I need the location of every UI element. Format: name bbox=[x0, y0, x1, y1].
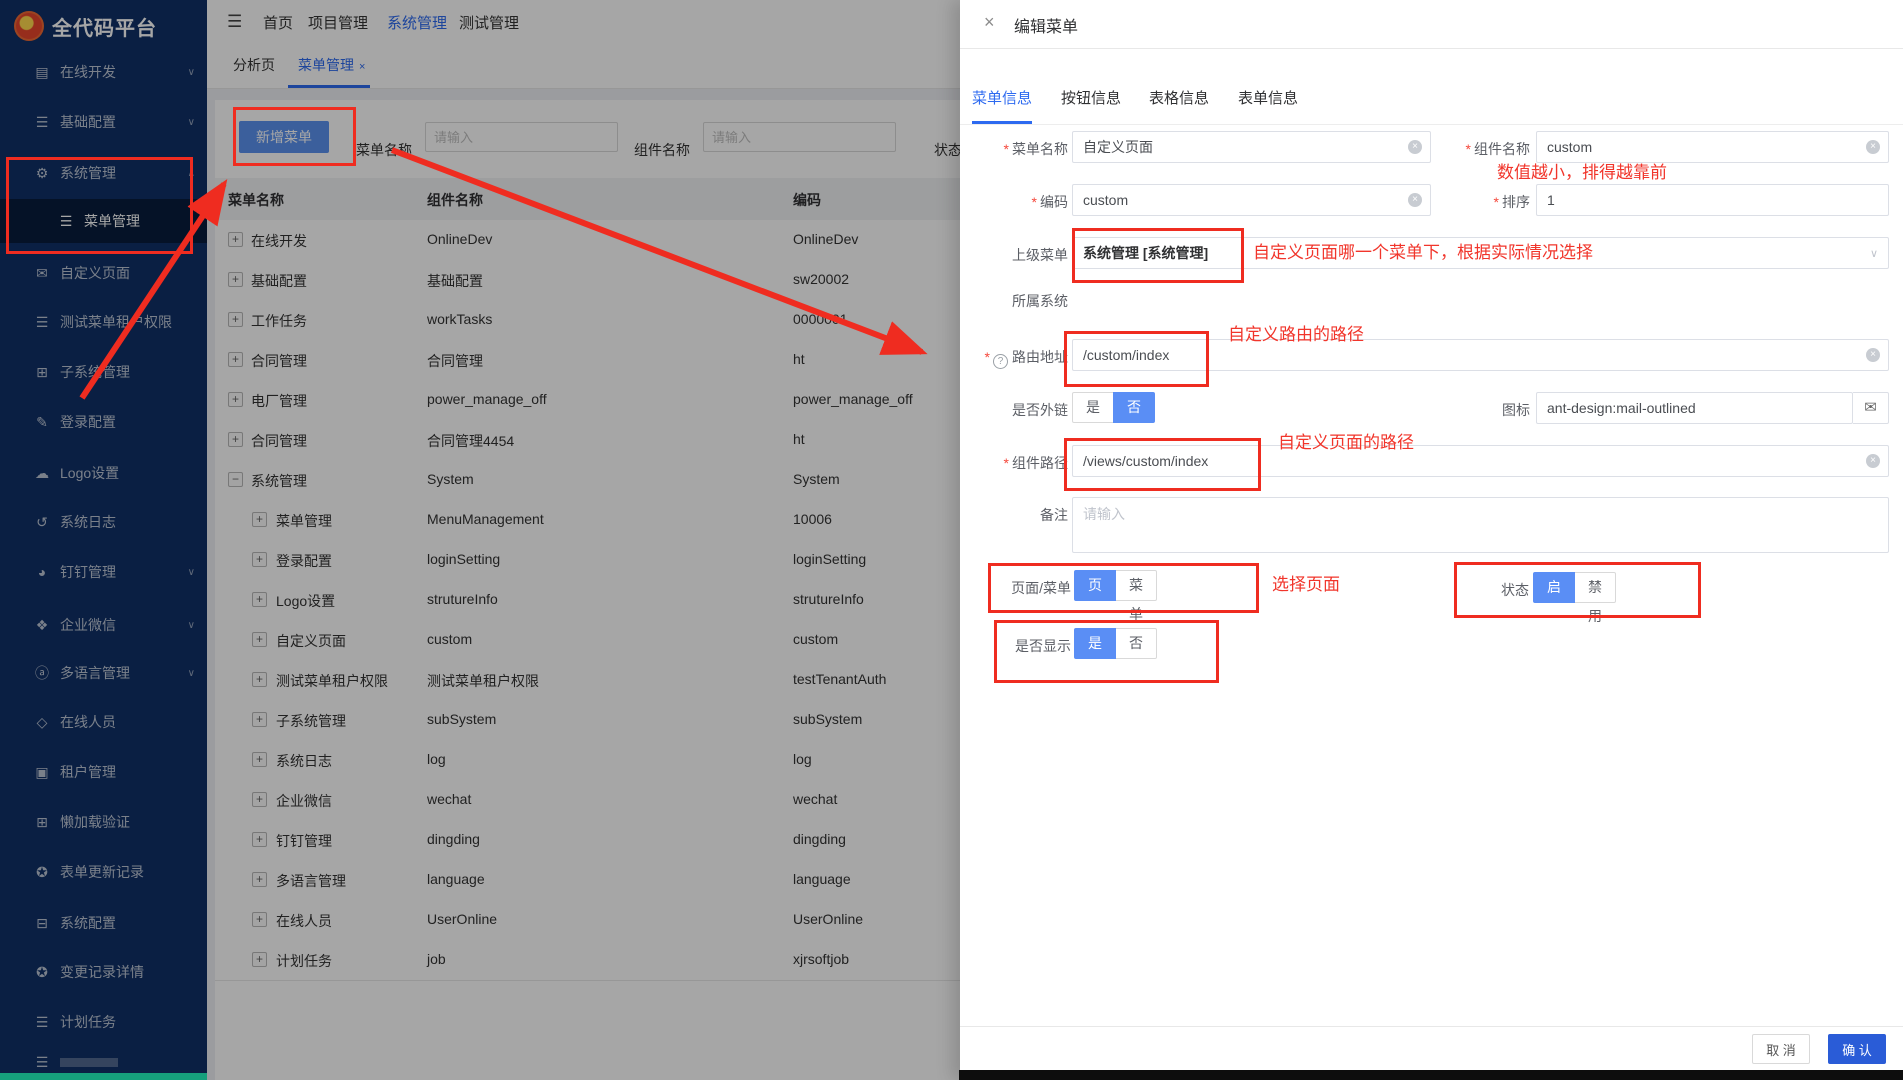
route-address-label: *?路由地址 bbox=[900, 347, 1068, 369]
status-toggle-option-启用[interactable]: 启用 bbox=[1533, 572, 1575, 603]
active-drawer-tab-underline bbox=[972, 121, 1032, 124]
parent-menu-select[interactable]: 系统管理 [系统管理] ∨ bbox=[1072, 237, 1889, 269]
page-menu-label: 页面/菜单 bbox=[900, 578, 1071, 598]
required-star: * bbox=[1466, 141, 1471, 157]
remark-label: 备注 bbox=[900, 505, 1068, 525]
parent-menu-label: 上级菜单 bbox=[900, 245, 1068, 265]
external-link-toggle-option-否[interactable]: 否 bbox=[1113, 392, 1155, 423]
question-circle-icon: ? bbox=[993, 354, 1008, 369]
page-menu-toggle-option-页面[interactable]: 页面 bbox=[1074, 570, 1116, 601]
status-toggle: 启用禁用 bbox=[1533, 572, 1616, 603]
required-star: * bbox=[1494, 194, 1499, 210]
clear-icon[interactable]: × bbox=[1866, 140, 1880, 154]
page-menu-toggle-option-菜单[interactable]: 菜单 bbox=[1115, 570, 1157, 601]
app-screenshot: 全代码平台 ▤在线开发∨☰基础配置∨⚙系统管理∧☰菜单管理✉自定义页面☰测试菜单… bbox=[0, 0, 1903, 1080]
confirm-button[interactable]: 确 认 bbox=[1828, 1034, 1886, 1064]
code-input[interactable] bbox=[1072, 184, 1431, 216]
sort-input[interactable] bbox=[1536, 184, 1889, 216]
bottom-black-bar bbox=[959, 1070, 1903, 1080]
component-path-input[interactable] bbox=[1072, 445, 1889, 477]
mail-icon-picker-button[interactable]: ✉ bbox=[1853, 392, 1889, 424]
menu-name-label: *菜单名称 bbox=[900, 139, 1068, 159]
visible-toggle-option-否[interactable]: 否 bbox=[1115, 628, 1157, 659]
sort-label: *排序 bbox=[1380, 192, 1530, 212]
required-star: * bbox=[1004, 455, 1009, 471]
external-link-toggle: 是否 bbox=[1072, 392, 1155, 423]
required-star: * bbox=[1004, 141, 1009, 157]
icon-name-input[interactable] bbox=[1536, 392, 1853, 424]
external-link-label: 是否外链 bbox=[900, 400, 1068, 420]
code-label: *编码 bbox=[900, 192, 1068, 212]
menu-name-input[interactable] bbox=[1072, 131, 1431, 163]
cancel-button[interactable]: 取 消 bbox=[1752, 1034, 1810, 1064]
external-link-toggle-option-是[interactable]: 是 bbox=[1072, 392, 1114, 423]
component-name-input[interactable] bbox=[1536, 131, 1889, 163]
close-icon[interactable]: × bbox=[984, 12, 995, 33]
visible-toggle: 是否 bbox=[1074, 628, 1157, 659]
remark-textarea[interactable] bbox=[1072, 497, 1889, 553]
drawer-title: 编辑菜单 bbox=[1014, 13, 1078, 37]
owning-system-label: 所属系统 bbox=[900, 291, 1068, 311]
divider bbox=[960, 124, 1903, 125]
visible-toggle-option-是[interactable]: 是 bbox=[1074, 628, 1116, 659]
page-menu-toggle: 页面菜单 bbox=[1074, 570, 1157, 601]
parent-menu-value: 系统管理 [系统管理] bbox=[1083, 243, 1208, 263]
route-address-input[interactable] bbox=[1072, 339, 1889, 371]
status-label: 状态 bbox=[1380, 580, 1529, 600]
clear-icon[interactable]: × bbox=[1866, 454, 1880, 468]
required-star: * bbox=[1032, 194, 1037, 210]
status-toggle-option-禁用[interactable]: 禁用 bbox=[1574, 572, 1616, 603]
drawer-mask bbox=[0, 0, 960, 1080]
required-star: * bbox=[985, 349, 990, 365]
icon-field-label: 图标 bbox=[1380, 400, 1530, 420]
component-name-label: *组件名称 bbox=[1380, 139, 1530, 159]
clear-icon[interactable]: × bbox=[1866, 348, 1880, 362]
component-path-label: *组件路径 bbox=[900, 453, 1068, 473]
bottom-teal-bar bbox=[0, 1073, 207, 1080]
visible-label: 是否显示 bbox=[900, 636, 1071, 656]
drawer-tab-菜单信息[interactable]: 菜单信息 bbox=[972, 87, 1032, 108]
drawer-tab-按钮信息[interactable]: 按钮信息 bbox=[1061, 87, 1121, 108]
drawer-tab-表单信息[interactable]: 表单信息 bbox=[1238, 87, 1298, 108]
drawer-tab-表格信息[interactable]: 表格信息 bbox=[1149, 87, 1209, 108]
divider bbox=[960, 48, 1903, 49]
divider bbox=[960, 1026, 1903, 1027]
chevron-down-icon: ∨ bbox=[1870, 247, 1878, 260]
